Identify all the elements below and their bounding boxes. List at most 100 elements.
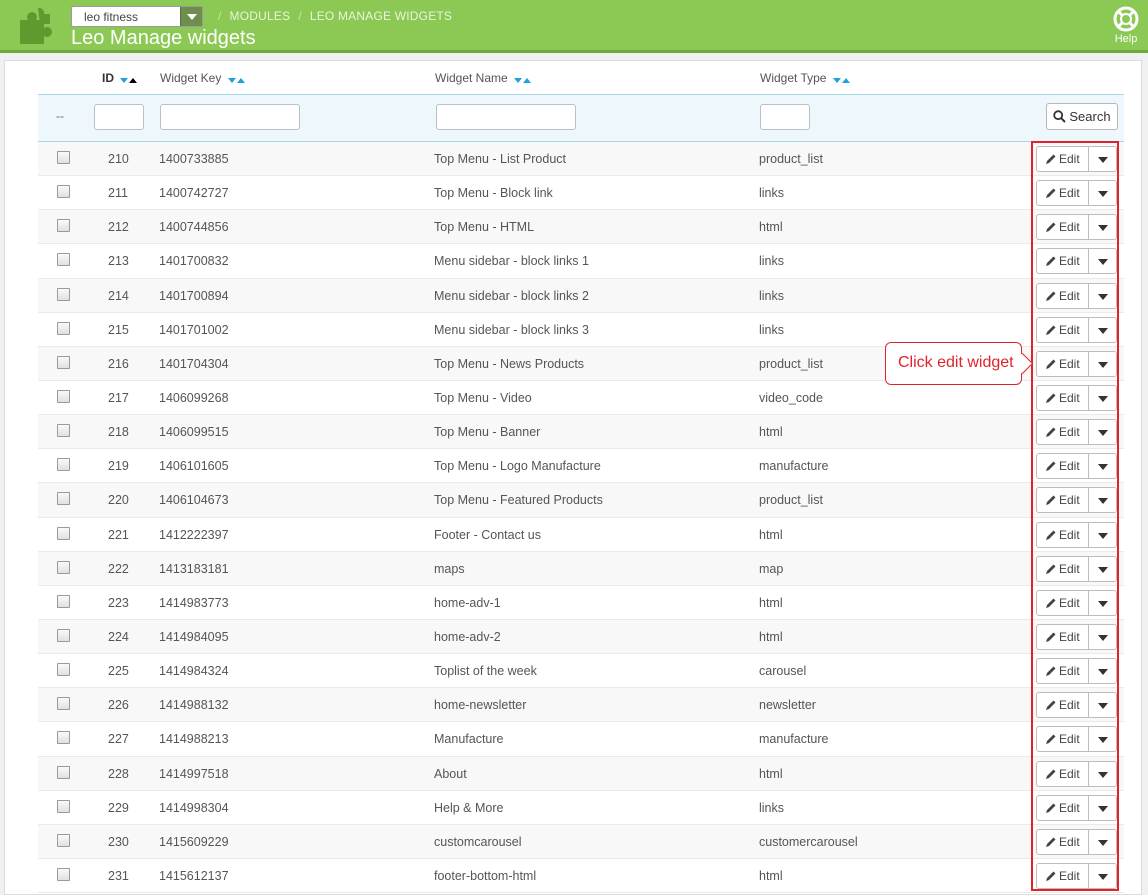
edit-button[interactable]: Edit [1036,828,1089,855]
caret-down-icon[interactable] [1089,214,1117,241]
row-checkbox[interactable] [57,594,70,608]
edit-button[interactable]: Edit [1036,794,1089,821]
edit-button[interactable]: Edit [1036,384,1089,411]
row-checkbox[interactable] [57,799,70,813]
sort-desc-icon[interactable] [832,77,841,83]
caret-down-icon[interactable] [1089,623,1117,650]
edit-button[interactable]: Edit [1036,316,1089,343]
caret-down-icon[interactable] [1089,384,1117,411]
edit-button[interactable]: Edit [1036,555,1089,582]
filter-row: -- Search [38,94,1124,142]
row-actions: Edit [1036,384,1117,411]
sort-asc-icon[interactable] [129,77,138,83]
edit-button[interactable]: Edit [1036,658,1089,685]
caret-down-icon[interactable] [1089,658,1117,685]
edit-button[interactable]: Edit [1036,487,1089,514]
row-checkbox[interactable] [57,560,70,574]
caret-down-icon[interactable] [1089,726,1117,753]
cell-name: Top Menu - Block link [434,186,553,201]
pencil-icon [1046,769,1056,779]
caret-down-icon[interactable] [1089,589,1117,616]
edit-button[interactable]: Edit [1036,214,1089,241]
edit-button[interactable]: Edit [1036,521,1089,548]
row-checkbox[interactable] [57,219,70,233]
filter-key-input[interactable] [160,104,300,130]
filter-name-input[interactable] [436,104,576,130]
row-checkbox[interactable] [57,458,70,472]
row-checkbox[interactable] [57,867,70,881]
cell-id: 224 [108,629,129,644]
search-button[interactable]: Search [1046,103,1118,130]
cell-key: 1400744856 [159,220,229,235]
shop-select[interactable]: leo fitness [71,6,203,27]
row-actions: Edit [1036,214,1117,241]
row-checkbox[interactable] [57,424,70,438]
cell-key: 1401704304 [159,356,229,371]
breadcrumb-modules[interactable]: MODULES [230,9,291,23]
cell-type: product_list [759,152,823,166]
cell-name: Top Menu - HTML [434,220,535,235]
row-checkbox[interactable] [57,389,70,403]
sort-asc-icon[interactable] [523,77,532,83]
caret-down-icon[interactable] [1089,180,1117,207]
edit-button[interactable]: Edit [1036,453,1089,480]
caret-down-icon[interactable] [1089,146,1117,172]
cell-key: 1406099268 [159,390,229,405]
row-checkbox[interactable] [57,833,70,847]
caret-down-icon[interactable] [1089,350,1117,377]
row-checkbox[interactable] [57,287,70,301]
row-checkbox[interactable] [57,628,70,642]
chevron-down-icon[interactable] [180,7,202,26]
edit-button[interactable]: Edit [1036,623,1089,650]
table-row: 231 1415612137 footer-bottom-html html Edit [38,859,1124,894]
sort-asc-icon[interactable] [236,77,245,83]
row-checkbox[interactable] [57,151,70,164]
edit-button[interactable]: Edit [1036,248,1089,275]
caret-down-icon[interactable] [1089,248,1117,275]
row-checkbox[interactable] [57,253,70,267]
caret-down-icon[interactable] [1089,828,1117,855]
row-checkbox[interactable] [57,355,70,369]
caret-down-icon[interactable] [1089,282,1117,309]
filter-id-input[interactable] [94,104,144,130]
edit-button[interactable]: Edit [1036,180,1089,207]
edit-button[interactable]: Edit [1036,692,1089,719]
edit-button[interactable]: Edit [1036,862,1089,889]
caret-down-icon[interactable] [1089,316,1117,343]
edit-button[interactable]: Edit [1036,760,1089,787]
edit-button[interactable]: Edit [1036,350,1089,377]
help-button[interactable]: Help [1112,6,1140,45]
sort-desc-icon[interactable] [120,77,129,83]
filter-type-input[interactable] [760,104,810,130]
caret-down-icon[interactable] [1089,555,1117,582]
edit-button[interactable]: Edit [1036,146,1089,172]
edit-button[interactable]: Edit [1036,419,1089,446]
caret-down-icon[interactable] [1089,487,1117,514]
row-checkbox[interactable] [57,492,70,506]
row-checkbox[interactable] [57,321,70,335]
row-checkbox[interactable] [57,731,70,745]
row-checkbox[interactable] [57,765,70,779]
caret-down-icon[interactable] [1089,453,1117,480]
sort-asc-icon[interactable] [841,77,850,83]
row-checkbox[interactable] [57,663,70,677]
row-actions: Edit [1036,828,1117,855]
edit-button[interactable]: Edit [1036,282,1089,309]
caret-down-icon[interactable] [1089,521,1117,548]
caret-down-icon[interactable] [1089,692,1117,719]
caret-down-icon[interactable] [1089,862,1117,889]
pencil-icon [1046,837,1056,847]
row-checkbox[interactable] [57,526,70,540]
sort-desc-icon[interactable] [227,77,236,83]
edit-button[interactable]: Edit [1036,589,1089,616]
row-checkbox[interactable] [57,697,70,711]
caret-down-icon[interactable] [1089,419,1117,446]
sort-desc-icon[interactable] [514,77,523,83]
caret-down-icon[interactable] [1089,794,1117,821]
column-header-key: Widget Key [160,71,246,86]
search-icon [1053,110,1067,123]
caret-down-icon[interactable] [1089,760,1117,787]
edit-button[interactable]: Edit [1036,726,1089,753]
row-checkbox[interactable] [57,185,70,199]
pencil-icon [1046,734,1056,745]
